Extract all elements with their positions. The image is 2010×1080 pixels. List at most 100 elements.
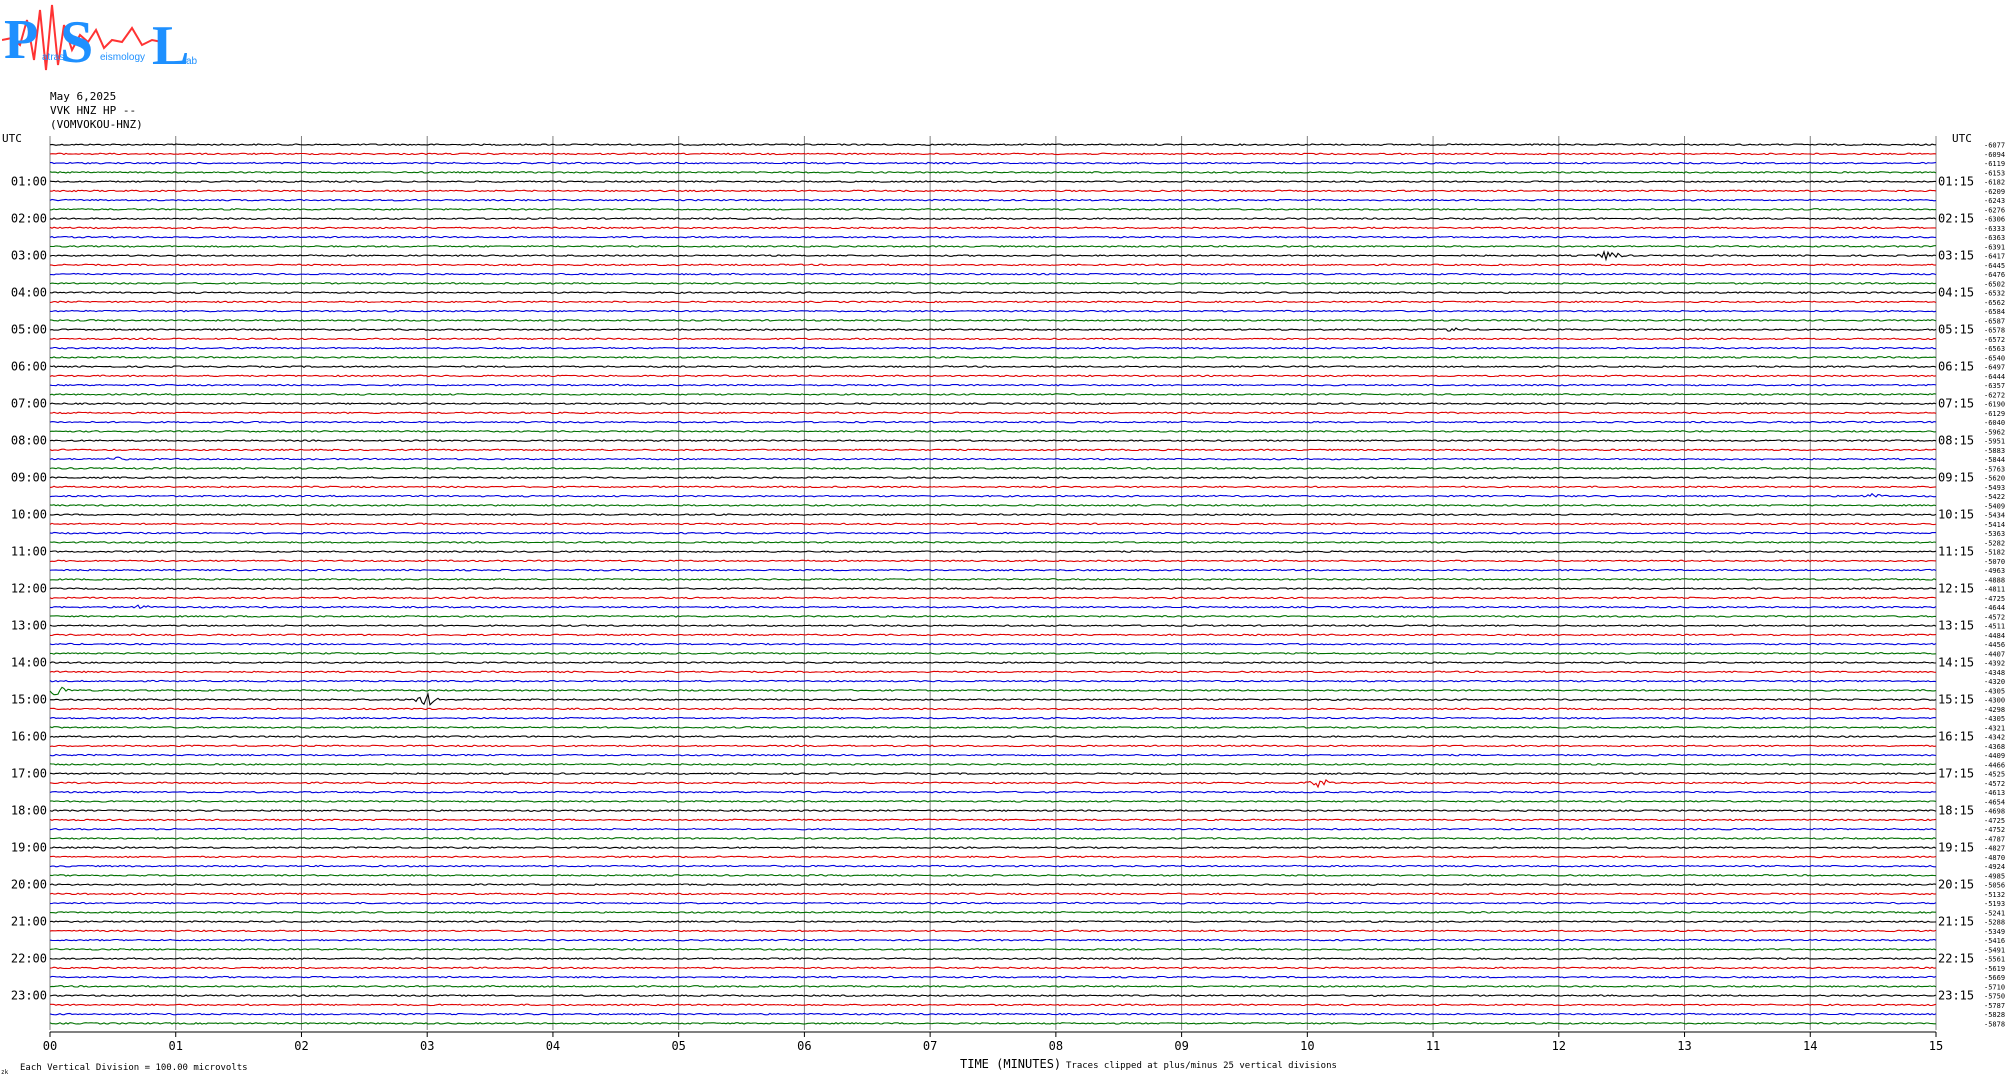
hour-label-right: 14:15 xyxy=(1938,656,1974,670)
trace-line xyxy=(49,541,1937,544)
trace-offset-label: -6182 xyxy=(1984,179,2005,187)
hour-label-right: 04:15 xyxy=(1938,286,1974,300)
trace-line xyxy=(49,263,1936,267)
hour-label-left: 23:00 xyxy=(11,989,47,1003)
hour-label-right: 23:15 xyxy=(1938,989,1974,1003)
trace-offset-label: -5828 xyxy=(1984,1011,2005,1019)
trace-line xyxy=(49,476,1937,479)
trace-offset-label: -5422 xyxy=(1984,493,2005,501)
x-tick-label: 15 xyxy=(1929,1039,1943,1053)
hour-label-right: 13:15 xyxy=(1938,619,1974,633)
hour-label-right: 06:15 xyxy=(1938,360,1974,374)
trace-offset-label: -4752 xyxy=(1984,826,2005,834)
trace-offset-label: -5434 xyxy=(1984,512,2005,520)
trace-line xyxy=(49,300,1937,304)
trace-offset-label: -6333 xyxy=(1984,225,2005,233)
trace-offset-label: -5182 xyxy=(1984,549,2005,557)
trace-line xyxy=(49,642,1937,646)
trace-line xyxy=(49,439,1937,442)
trace-offset-label: -5132 xyxy=(1984,891,2005,899)
trace-line xyxy=(49,282,1937,285)
trace-offset-label: -5493 xyxy=(1984,484,2005,492)
trace-offset-label: -4392 xyxy=(1984,660,2005,668)
trace-line xyxy=(49,846,1937,849)
trace-offset-label: -4827 xyxy=(1984,845,2005,853)
hour-label-right: 21:15 xyxy=(1938,915,1974,929)
trace-offset-label: -5288 xyxy=(1984,919,2005,927)
x-tick-label: 04 xyxy=(546,1039,560,1053)
trace-line xyxy=(49,864,1936,868)
trace-line xyxy=(49,152,1937,156)
trace-offset-label: -4305 xyxy=(1984,687,2005,695)
hour-label-left: 11:00 xyxy=(11,545,47,559)
trace-offset-label: -4305 xyxy=(1984,715,2005,723)
trace-line xyxy=(49,402,1937,405)
trace-line xyxy=(49,692,1937,706)
trace-offset-label: -4409 xyxy=(1984,752,2005,760)
trace-offset-label: -5416 xyxy=(1984,937,2005,945)
x-tick-label: 08 xyxy=(1049,1039,1063,1053)
trace-line xyxy=(49,633,1937,637)
trace-line xyxy=(49,198,1937,202)
x-tick-label: 12 xyxy=(1552,1039,1566,1053)
trace-line xyxy=(49,604,1937,609)
trace-offset-label: -6391 xyxy=(1984,243,2005,251)
trace-offset-label: -6363 xyxy=(1984,234,2005,242)
trace-offset-label: -6243 xyxy=(1984,197,2005,205)
trace-line xyxy=(49,189,1937,193)
trace-line xyxy=(49,679,1937,683)
trace-offset-label: -6272 xyxy=(1984,391,2005,399)
trace-line xyxy=(49,217,1937,220)
trace-offset-label: -4725 xyxy=(1984,595,2005,603)
hour-label-left: 08:00 xyxy=(11,434,47,448)
trace-line xyxy=(50,1003,1937,1007)
trace-line xyxy=(49,827,1937,831)
trace-offset-label: -4644 xyxy=(1984,604,2005,612)
trace-line xyxy=(49,735,1937,738)
hour-label-left: 17:00 xyxy=(11,767,47,781)
trace-line xyxy=(49,531,1937,535)
trace-line xyxy=(49,550,1937,553)
trace-offset-label: -6587 xyxy=(1984,317,2005,325)
trace-offset-label: -4525 xyxy=(1984,771,2005,779)
trace-line xyxy=(49,143,1937,146)
trace-offset-label: -4725 xyxy=(1984,817,2005,825)
trace-offset-label: -4348 xyxy=(1984,669,2005,677)
trace-offset-label: -4613 xyxy=(1984,789,2005,797)
hour-label-right: 20:15 xyxy=(1938,878,1974,892)
trace-offset-label: -5561 xyxy=(1984,956,2005,964)
trace-line xyxy=(49,670,1937,674)
trace-line xyxy=(49,559,1937,563)
trace-line xyxy=(49,920,1937,923)
hour-label-right: 19:15 xyxy=(1938,841,1974,855)
x-tick-label: 09 xyxy=(1174,1039,1188,1053)
trace-line xyxy=(49,456,1937,461)
trace-line xyxy=(49,245,1936,248)
trace-line xyxy=(50,161,1937,165)
trace-offset-label: -4870 xyxy=(1984,854,2005,862)
trace-offset-label: -4321 xyxy=(1984,724,2005,732)
trace-line xyxy=(49,411,1937,415)
trace-line xyxy=(49,448,1937,452)
axis-label-utc-left: UTC xyxy=(2,132,22,145)
trace-offset-label: -4368 xyxy=(1984,743,2005,751)
trace-offset-label: -5282 xyxy=(1984,539,2005,547)
trace-offset-label: -4456 xyxy=(1984,641,2005,649)
trace-offset-label: -4342 xyxy=(1984,734,2005,742)
x-tick-label: 10 xyxy=(1300,1039,1314,1053)
trace-offset-label: -6209 xyxy=(1984,188,2005,196)
x-tick-label: 06 xyxy=(797,1039,811,1053)
helicorder-plot: UTC UTC 01:00 02:00 03:00 04:00 05:00 06:00 07:0… xyxy=(1,132,2005,1076)
hour-label-right: 08:15 xyxy=(1938,434,1974,448)
trace-line xyxy=(49,809,1937,812)
hour-label-right: 03:15 xyxy=(1938,249,1974,263)
trace-line xyxy=(49,319,1937,322)
trace-offset-label: -6306 xyxy=(1984,216,2005,224)
hour-label-right: 07:15 xyxy=(1938,397,1974,411)
trace-line xyxy=(49,837,1937,840)
trace-line xyxy=(49,522,1937,526)
trace-line xyxy=(49,985,1937,988)
trace-offset-label: -6584 xyxy=(1984,308,2005,316)
trace-line xyxy=(49,938,1937,942)
trace-line xyxy=(49,578,1937,581)
